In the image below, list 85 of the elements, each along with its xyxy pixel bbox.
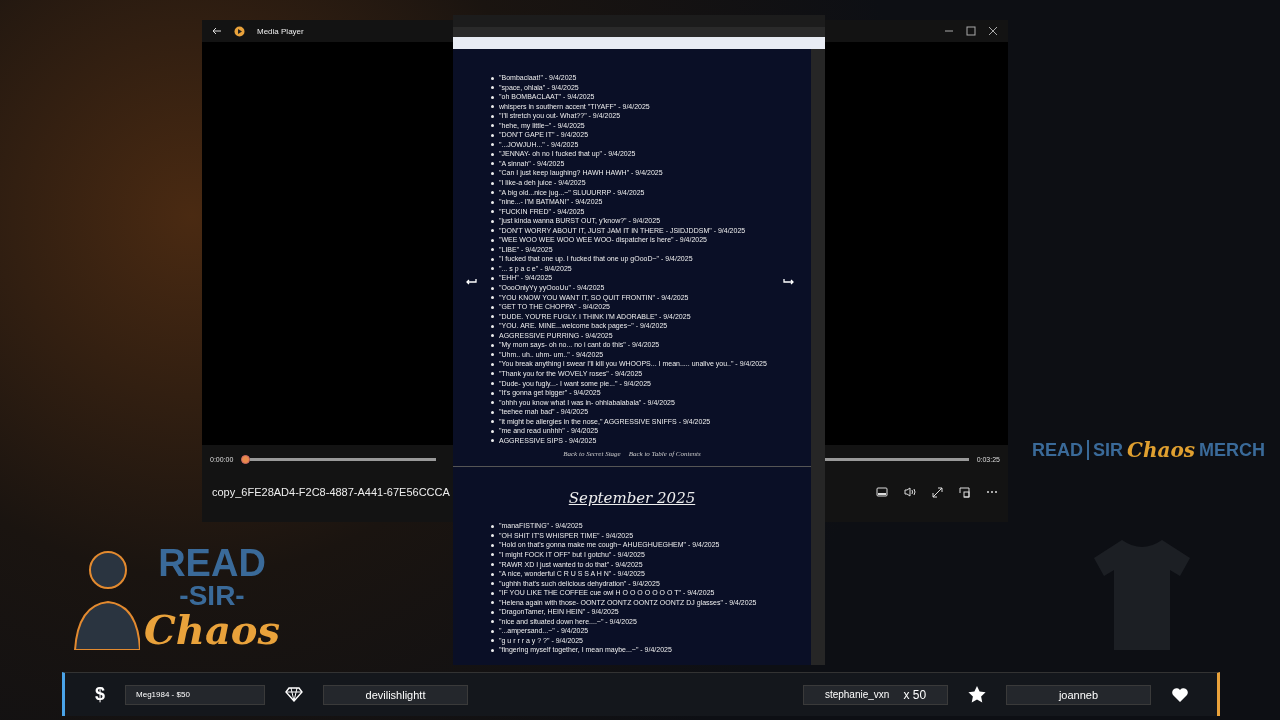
bullet-icon — [491, 353, 494, 357]
bullet-icon — [491, 420, 494, 424]
bullet-icon — [491, 334, 494, 338]
bullet-icon — [491, 210, 494, 214]
fullscreen-icon[interactable] — [932, 486, 943, 498]
bullet-icon — [491, 572, 494, 576]
bullet-icon — [491, 143, 494, 147]
bullet-icon — [491, 133, 494, 137]
merch-text: Chaos — [1127, 438, 1196, 462]
bullet-icon — [491, 200, 494, 204]
gift-label: stephanie_vxn x 50 — [803, 684, 948, 705]
close-icon[interactable] — [988, 26, 998, 36]
curved-arrow-icon[interactable] — [783, 278, 795, 286]
bullet-icon — [491, 429, 494, 433]
bullet-icon — [491, 95, 494, 99]
maximize-icon[interactable] — [966, 26, 976, 36]
follower-label: devilishlightt — [323, 684, 468, 705]
volume-icon[interactable] — [904, 487, 916, 497]
section-heading: September 2025 — [567, 489, 697, 508]
bullet-icon — [491, 382, 494, 385]
more-icon[interactable] — [986, 490, 998, 494]
bullet-icon — [491, 315, 494, 319]
seek-bar[interactable] — [824, 457, 969, 461]
bullet-icon — [491, 305, 494, 309]
picture-in-picture-icon[interactable] — [959, 486, 970, 498]
subscriber-label: joanneb — [1006, 684, 1151, 705]
logo-text: Chaos — [144, 610, 281, 650]
bullet-icon — [491, 620, 494, 624]
bullet-icon — [491, 610, 494, 614]
bullet-icon — [491, 563, 494, 566]
bullet-icon — [491, 229, 494, 233]
merch-text: MERCH — [1199, 439, 1266, 461]
bullet-icon — [491, 86, 494, 90]
bullet-icon — [491, 76, 494, 80]
curved-arrow-icon[interactable] — [465, 278, 477, 286]
bullet-icon — [491, 267, 494, 271]
star-icon — [968, 686, 986, 703]
bullet-icon — [491, 105, 494, 109]
bullet-icon — [491, 152, 494, 156]
seek-bar[interactable] — [250, 457, 437, 461]
merch-text: SIR — [1093, 439, 1124, 461]
bullet-icon — [491, 277, 494, 280]
bullet-icon — [491, 648, 494, 652]
play-circle-icon — [234, 25, 245, 37]
bullet-icon — [491, 582, 494, 586]
bullet-icon — [491, 534, 494, 538]
bullet-icon — [491, 238, 494, 242]
seek-thumb[interactable] — [241, 454, 251, 464]
bullet-icon — [491, 162, 494, 166]
heart-icon — [1171, 686, 1189, 703]
bullet-icon — [491, 410, 494, 414]
bullet-icon — [491, 324, 494, 328]
bullet-icon — [491, 248, 494, 252]
diamond-icon — [285, 687, 303, 702]
mini-player-icon[interactable] — [876, 487, 888, 497]
merch-text: READ — [1032, 439, 1083, 461]
logo-text: READ — [158, 544, 266, 582]
bullet-icon — [491, 372, 494, 376]
dollar-icon: $ — [95, 684, 105, 705]
bullet-icon — [491, 286, 494, 290]
file-name: copy_6FE28AD4-F2C8-4887-A441-67E56CCCA — [212, 486, 450, 498]
bullet-icon — [491, 629, 494, 633]
bullet-icon — [491, 257, 494, 261]
bullet-icon — [491, 124, 494, 128]
bullet-icon — [491, 343, 494, 347]
donation-label: Meg1984 - $50 — [125, 684, 265, 705]
bullet-icon — [491, 181, 494, 185]
window-title: Media Player — [257, 26, 304, 36]
bullet-icon — [491, 171, 494, 175]
bullet-icon — [491, 391, 494, 395]
bullet-icon — [491, 591, 494, 595]
logo-text: -SIR- — [179, 582, 245, 610]
bullet-icon — [491, 524, 494, 528]
bullet-icon — [491, 543, 494, 547]
bullet-icon — [491, 114, 494, 118]
bullet-icon — [491, 296, 494, 300]
bullet-icon — [491, 553, 494, 557]
back-arrow-icon[interactable] — [212, 26, 222, 36]
bullet-icon — [491, 601, 494, 605]
bullet-icon — [491, 439, 494, 443]
bullet-icon — [491, 219, 494, 223]
bullet-icon — [491, 401, 494, 405]
bullet-icon — [491, 639, 494, 643]
bullet-icon — [491, 362, 494, 366]
bullet-icon — [491, 191, 494, 195]
